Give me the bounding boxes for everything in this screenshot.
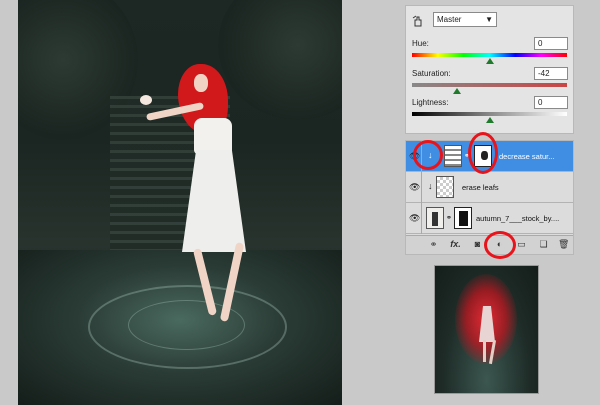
highlight-circle-clip (413, 140, 443, 170)
hue-value-field[interactable]: 0 (534, 37, 568, 50)
lightness-value-field[interactable]: 0 (534, 96, 568, 109)
foliage-right (218, 0, 342, 120)
new-layer-icon[interactable]: ❏ (538, 239, 549, 250)
saturation-slider-track[interactable] (412, 83, 567, 87)
link-layers-icon[interactable]: ⚭ (428, 239, 439, 250)
layer-row-erase-leafs[interactable]: 👁 ↓ erase leafs (406, 172, 573, 203)
layer-row-autumn-stock[interactable]: 👁 ⚭ autumn_7___stock_by.... (406, 203, 573, 234)
layer-mask-thumbnail[interactable] (454, 207, 472, 229)
lightness-label: Lightness: (412, 98, 449, 107)
saturation-value-field[interactable]: -42 (534, 67, 568, 80)
highlight-circle-adjustment (484, 231, 516, 259)
eye-icon[interactable]: 👁 (409, 213, 420, 223)
lightness-slider-thumb[interactable] (485, 117, 494, 123)
saturation-slider-thumb[interactable] (452, 88, 461, 94)
add-mask-icon[interactable]: ◙ (472, 239, 483, 250)
adjustment-layer-icon (444, 145, 462, 167)
document-canvas[interactable] (18, 0, 342, 405)
folder-icon[interactable]: ▭ (516, 239, 527, 250)
hue-label: Hue: (412, 39, 429, 48)
trash-icon[interactable]: 🗑 (558, 239, 569, 250)
preview-leg (483, 340, 486, 362)
layer-name: autumn_7___stock_by.... (476, 214, 560, 223)
dress-bodice (194, 118, 232, 154)
highlight-circle-mask (468, 132, 498, 174)
fx-button[interactable]: fx. (450, 239, 461, 250)
chain-link-icon: ⚭ (446, 215, 452, 222)
preset-select-value: Master (437, 15, 462, 24)
girl-face (194, 74, 208, 92)
lightness-slider-track[interactable] (412, 112, 567, 116)
chevron-down-icon: ▼ (485, 15, 493, 24)
result-preview-image (434, 265, 539, 394)
layer-name: erase leafs (462, 183, 499, 192)
glowing-orb (140, 95, 152, 105)
transparent-layer-thumbnail (436, 176, 454, 198)
preset-select[interactable]: Master ▼ (433, 12, 497, 27)
hue-slider-track[interactable] (412, 53, 567, 57)
mask-shape (459, 211, 468, 226)
thumbnail-figure (432, 212, 438, 226)
eye-icon[interactable]: 👁 (409, 182, 420, 192)
hue-slider-thumb[interactable] (485, 58, 494, 64)
saturation-label: Saturation: (412, 69, 451, 78)
layer-thumbnail (426, 207, 444, 229)
clipping-arrow-icon: ↓ (428, 181, 433, 191)
hand-target-icon[interactable] (412, 15, 424, 27)
hue-saturation-panel: Master ▼ Hue: 0 Saturation: -42 Lightnes… (405, 5, 574, 134)
layer-name: decrease satur... (499, 152, 555, 161)
